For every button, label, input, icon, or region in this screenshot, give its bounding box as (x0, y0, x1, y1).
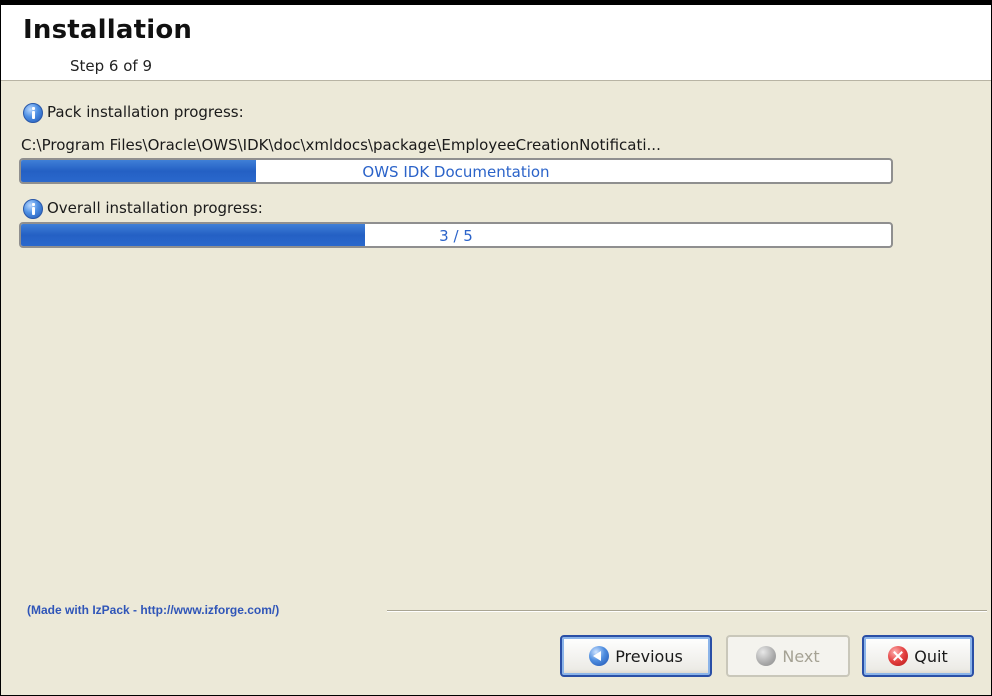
pack-progress-text: OWS IDK Documentation (362, 163, 550, 181)
header-panel: Installation Step 6 of 9 (1, 1, 991, 81)
installer-window: Installation Step 6 of 9 Pack installati… (0, 0, 992, 696)
pack-progress-label: Pack installation progress: (47, 103, 244, 121)
info-icon (23, 199, 43, 219)
current-file-path: C:\Program Files\Oracle\OWS\IDK\doc\xmld… (21, 136, 661, 154)
arrow-right-icon (756, 646, 777, 666)
quit-button[interactable]: Quit (862, 635, 974, 677)
footer-separator (387, 610, 987, 612)
previous-button[interactable]: Previous (560, 635, 712, 677)
izpack-credit-link[interactable]: (Made with IzPack - http://www.izforge.c… (27, 603, 279, 617)
overall-progress-label: Overall installation progress: (47, 199, 263, 217)
quit-button-label: Quit (914, 646, 948, 666)
step-indicator: Step 6 of 9 (70, 57, 153, 75)
next-button[interactable]: Next (726, 635, 850, 677)
next-button-label: Next (782, 646, 820, 666)
arrow-left-icon (589, 646, 610, 666)
close-icon (888, 646, 909, 666)
info-icon (23, 103, 43, 123)
pack-progress-bar: OWS IDK Documentation (19, 158, 893, 184)
overall-progress-bar: 3 / 5 (19, 222, 893, 248)
overall-progress-text: 3 / 5 (439, 227, 473, 245)
page-title: Installation (23, 15, 193, 45)
previous-button-label: Previous (615, 646, 683, 666)
